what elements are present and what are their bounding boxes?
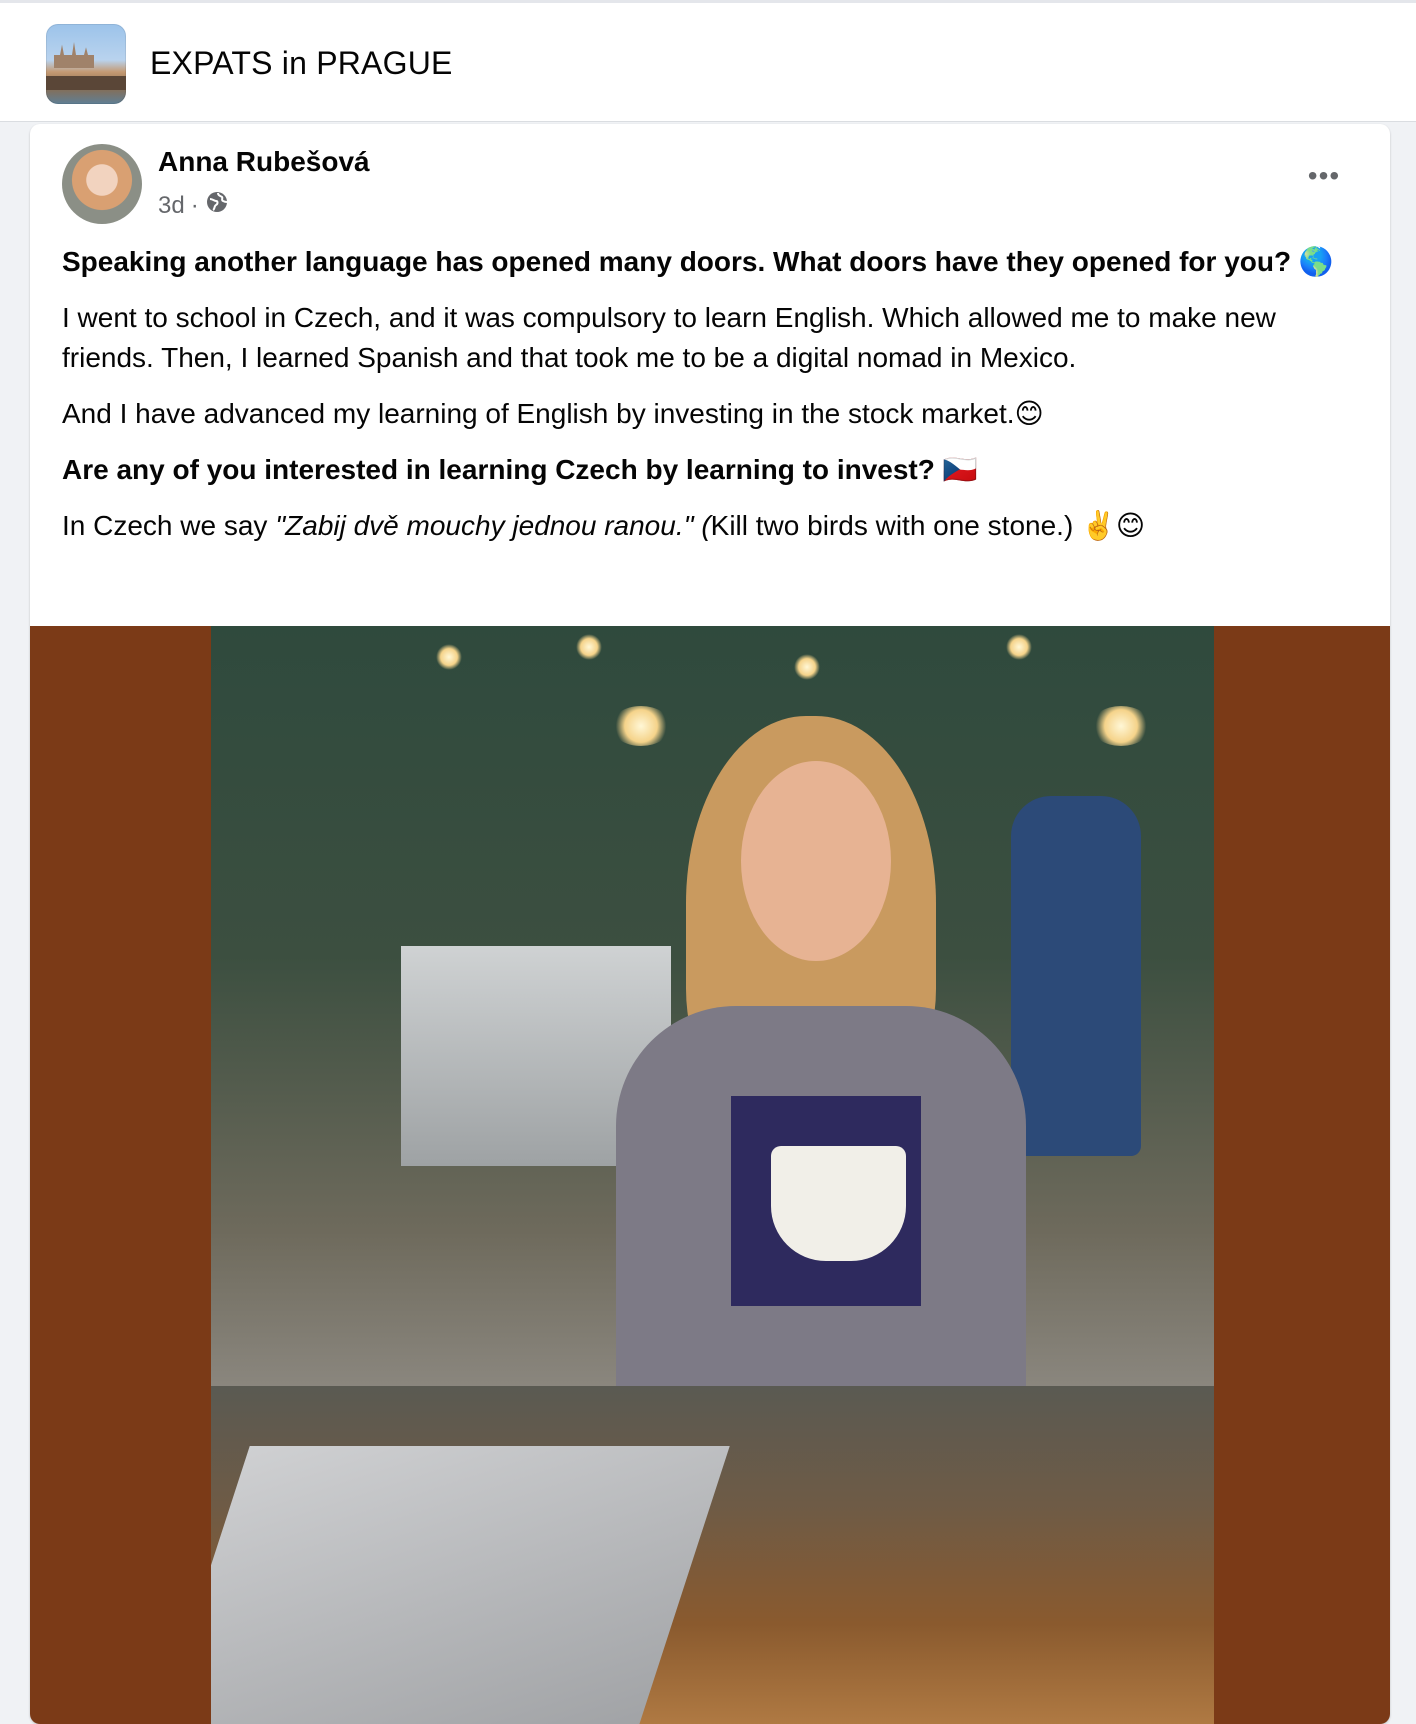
woman-face [741,761,891,961]
post-paragraph: In Czech we say "Zabij dvě mouchy jednou… [62,506,1362,546]
lamp-light [1006,634,1032,660]
post-body: Speaking another language has opened man… [62,242,1362,562]
meta-separator: · [190,191,199,219]
author-avatar[interactable] [62,144,142,224]
castle-shape [54,42,94,68]
lamp-light [794,654,820,680]
author-name[interactable]: Anna Rubešová [158,146,370,178]
post-paragraph: Are any of you interested in learning Cz… [62,454,978,485]
lamp-light [1091,706,1151,746]
post-photo-container[interactable] [30,626,1390,1724]
quote-prefix: In Czech we say [62,510,276,541]
coffee-cup [771,1146,906,1261]
barista-figure [1011,796,1141,1156]
post-age[interactable]: 3d [158,192,185,220]
post-paragraph: And I have advanced my learning of Engli… [62,398,1044,429]
bridge-shape [46,76,126,90]
lamp-light [611,706,671,746]
group-title[interactable]: EXPATS in PRAGUE [150,45,453,82]
post-card: Anna Rubešová 3d · ••• Speaking another … [30,124,1390,1724]
lamp-light [576,634,602,660]
lamp-light [436,644,462,670]
more-options-button[interactable]: ••• [1300,158,1348,194]
post-paragraph: Speaking another language has opened man… [62,246,1334,277]
laptop [211,1446,730,1724]
group-thumbnail[interactable] [46,24,126,104]
post-paragraph: I went to school in Czech, and it was co… [62,302,1276,373]
post-photo[interactable] [211,626,1214,1724]
quote-suffix: Kill two birds with one stone.) ✌️😊 [710,510,1146,541]
quote-italic: "Zabij dvě mouchy jednou ranou." ( [275,510,711,541]
post-meta: 3d · [158,190,229,221]
group-header: EXPATS in PRAGUE [0,0,1416,122]
globe-icon [205,190,229,221]
